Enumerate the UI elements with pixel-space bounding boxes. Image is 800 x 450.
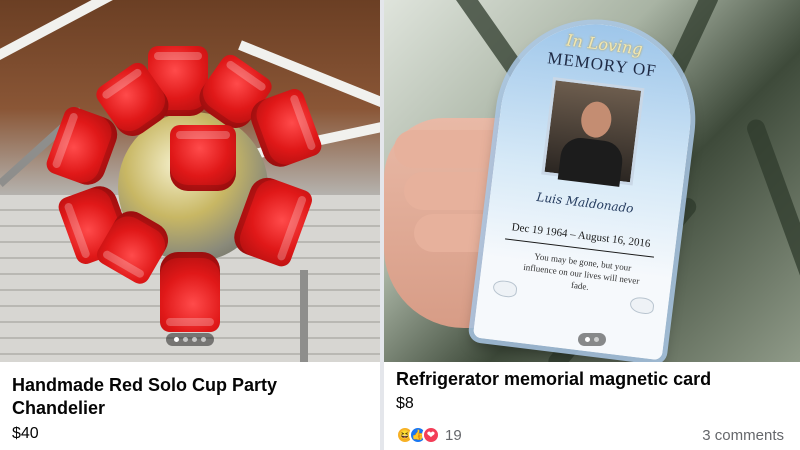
red-cup: [170, 125, 236, 191]
listing-photo[interactable]: In Loving MEMORY OF Luis Maldonado Dec 1…: [384, 0, 800, 362]
carousel-dot[interactable]: [594, 337, 599, 342]
red-cup: [160, 252, 220, 332]
carousel-dot[interactable]: [201, 337, 206, 342]
reactions-summary[interactable]: 😆 👍 ❤ 19: [396, 426, 462, 444]
listing-photo[interactable]: [0, 0, 380, 362]
listing-title[interactable]: Handmade Red Solo Cup Party Chandelier: [12, 374, 302, 420]
support-pole: [300, 270, 308, 362]
carousel-dot[interactable]: [174, 337, 179, 342]
love-reaction-icon: ❤: [422, 426, 440, 444]
listing-card-chandelier[interactable]: Handmade Red Solo Cup Party Chandelier $…: [0, 0, 380, 450]
reaction-count: 19: [445, 426, 462, 444]
carousel-dot[interactable]: [192, 337, 197, 342]
photo-carousel-indicator[interactable]: [578, 333, 606, 346]
listing-title[interactable]: Refrigerator memorial magnetic card: [396, 368, 796, 391]
portrait-body: [557, 135, 625, 187]
listing-price: $40: [12, 425, 39, 442]
portrait-face: [579, 99, 614, 140]
memorial-card: In Loving MEMORY OF Luis Maldonado Dec 1…: [472, 13, 702, 361]
listing-price: $8: [396, 395, 414, 412]
carousel-dot[interactable]: [585, 337, 590, 342]
portrait-photo: [541, 77, 645, 187]
carousel-dot[interactable]: [183, 337, 188, 342]
photo-carousel-indicator[interactable]: [166, 333, 214, 346]
listing-card-memorial[interactable]: In Loving MEMORY OF Luis Maldonado Dec 1…: [384, 0, 800, 450]
comments-link[interactable]: 3 comments: [702, 427, 784, 444]
